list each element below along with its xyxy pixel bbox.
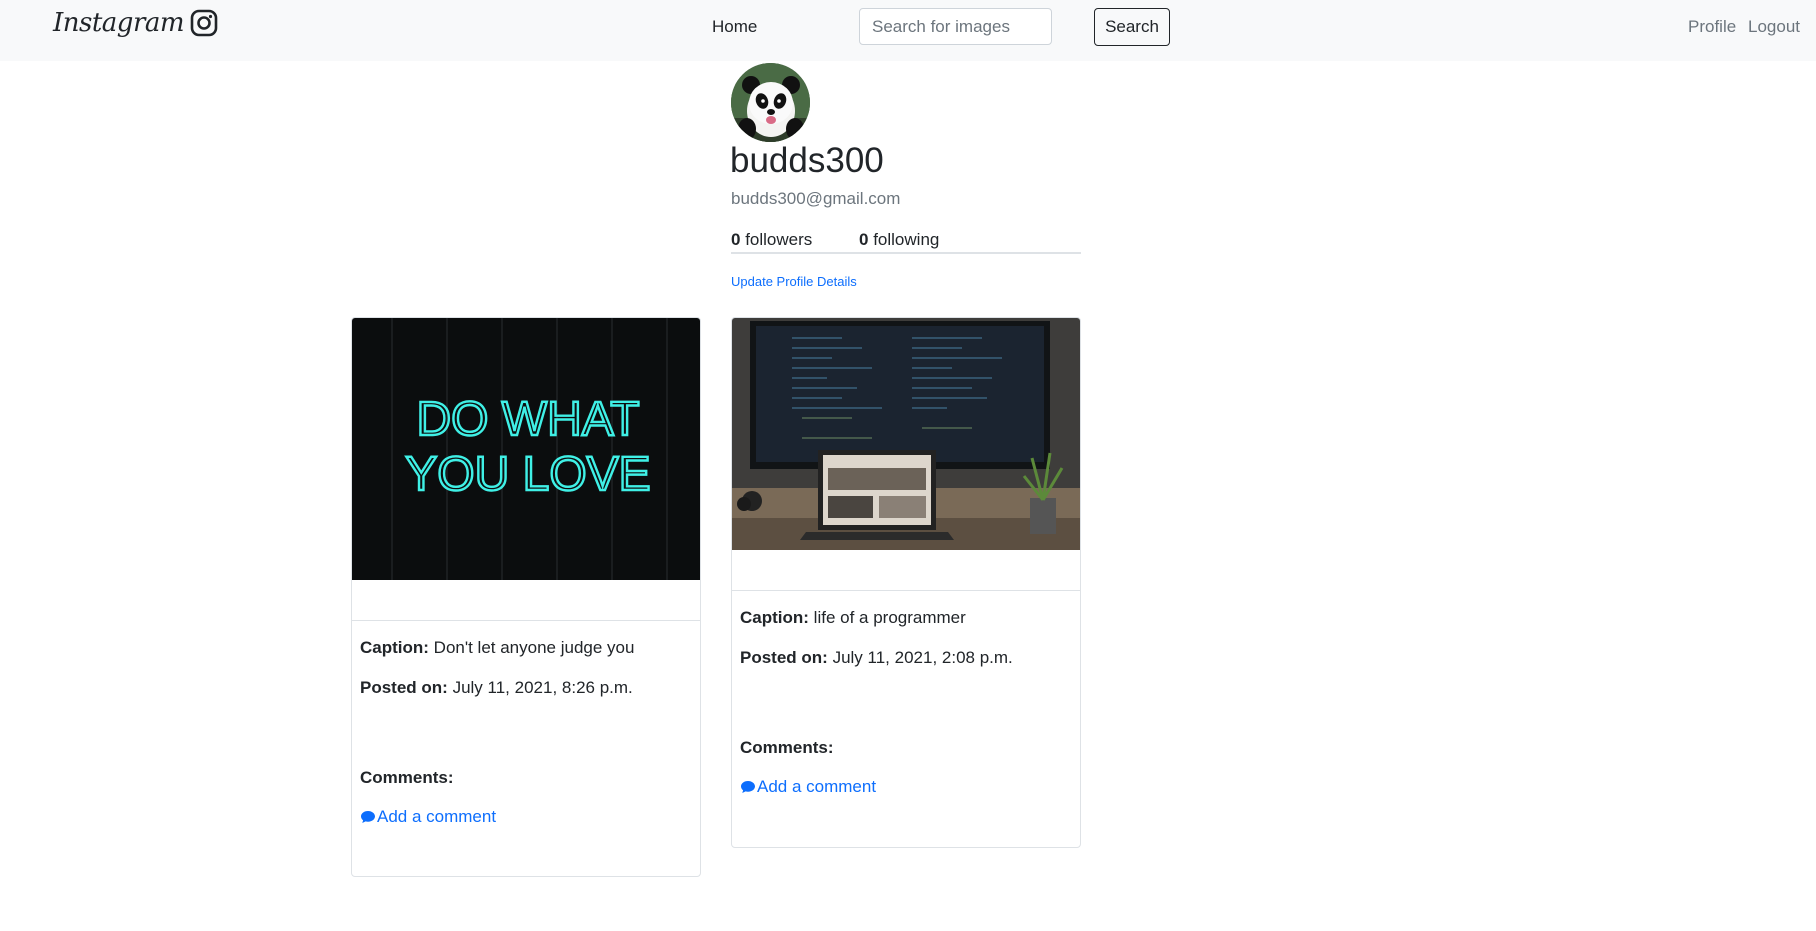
following-count: 0: [859, 230, 869, 249]
profile-email: budds300@gmail.com: [731, 189, 901, 208]
card-spacer: [352, 580, 700, 621]
followers-label: followers: [745, 230, 813, 249]
search-button[interactable]: Search: [1094, 8, 1170, 46]
navbar: Instagram Home Search Profile Logout: [0, 0, 1816, 61]
post-caption: Caption: Don't let anyone judge you: [360, 638, 634, 658]
followers-stat[interactable]: 0 followers: [731, 230, 812, 250]
caption-text: Don't let anyone judge you: [433, 638, 635, 657]
post-caption: Caption: life of a programmer: [740, 608, 966, 628]
instagram-icon: [190, 9, 218, 37]
posted-text: July 11, 2021, 2:08 p.m.: [832, 648, 1013, 667]
neon-text-line1: DO WHAT: [416, 393, 639, 446]
post-image[interactable]: [732, 318, 1080, 550]
profile-stats: 0 followers 0 following: [731, 230, 1081, 254]
neon-text-line2: YOU LOVE: [405, 448, 650, 501]
caption-label: Caption:: [740, 608, 809, 627]
nav-profile-link[interactable]: Profile: [1688, 17, 1736, 37]
profile-username: budds300: [730, 141, 884, 180]
comment-icon: [741, 781, 755, 793]
followers-count: 0: [731, 230, 741, 249]
caption-label: Caption:: [360, 638, 429, 657]
post-image[interactable]: DO WHAT YOU LOVE: [352, 318, 700, 580]
search-input[interactable]: [859, 8, 1052, 45]
comments-heading: Comments:: [740, 738, 834, 758]
post-date: Posted on: July 11, 2021, 8:26 p.m.: [360, 678, 633, 698]
posted-text: July 11, 2021, 8:26 p.m.: [452, 678, 633, 697]
post-card: Caption: life of a programmer Posted on:…: [731, 317, 1081, 848]
nav-logout-link[interactable]: Logout: [1748, 17, 1800, 37]
avatar: [731, 63, 810, 142]
following-stat[interactable]: 0 following: [859, 230, 939, 250]
post-date: Posted on: July 11, 2021, 2:08 p.m.: [740, 648, 1013, 668]
add-comment-label: Add a comment: [377, 807, 497, 826]
comments-heading: Comments:: [360, 768, 454, 788]
card-spacer: [732, 550, 1080, 591]
following-label: following: [873, 230, 940, 249]
add-comment-label: Add a comment: [757, 777, 877, 796]
post-card: DO WHAT YOU LOVE Caption: Don't let anyo…: [351, 317, 701, 877]
update-profile-link[interactable]: Update Profile Details: [731, 274, 857, 289]
nav-home-link[interactable]: Home: [712, 17, 757, 37]
posted-label: Posted on:: [740, 648, 828, 667]
add-comment-link[interactable]: Add a comment: [740, 777, 876, 797]
comments-label: Comments:: [740, 738, 834, 757]
comment-icon: [361, 811, 375, 823]
brand-link[interactable]: Instagram: [53, 8, 218, 38]
add-comment-link[interactable]: Add a comment: [360, 807, 496, 827]
posted-label: Posted on:: [360, 678, 448, 697]
comments-label: Comments:: [360, 768, 454, 787]
brand-name: Instagram: [53, 8, 185, 38]
caption-text: life of a programmer: [813, 608, 966, 627]
